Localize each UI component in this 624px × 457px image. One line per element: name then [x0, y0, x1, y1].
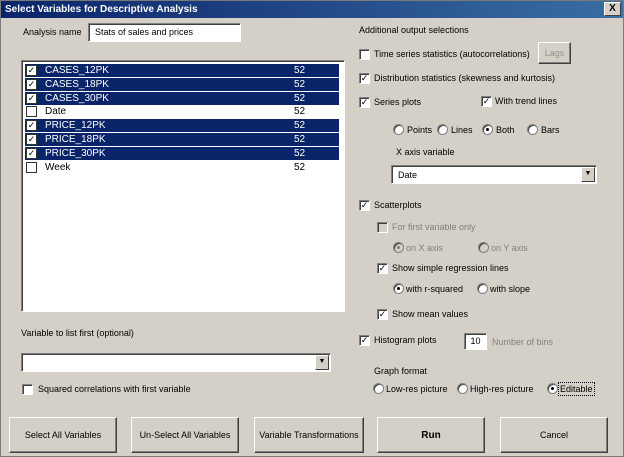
editable-radio[interactable]	[547, 383, 558, 394]
high-res-radio[interactable]	[457, 383, 468, 394]
series-plots-label: Series plots	[374, 97, 422, 107]
editable-label: Editable	[558, 382, 595, 396]
variable-row[interactable]: ✓ CASES_30PK 52	[25, 91, 339, 105]
trend-lines-checkbox[interactable]: ✓	[481, 96, 492, 107]
distribution-checkbox[interactable]: ✓	[359, 73, 370, 84]
mean-values-label: Show mean values	[392, 309, 469, 319]
variable-count: 52	[294, 134, 306, 145]
variable-checkbox[interactable]: ✓	[26, 147, 37, 159]
variable-listbox[interactable]: ✓ CASES_12PK 52 ✓ CASES_18PK 52 ✓ CASES_30PK 52 D…	[21, 60, 345, 312]
variable-checkbox[interactable]	[26, 106, 37, 118]
variable-count: 52	[294, 92, 306, 104]
window-title: Select Variables for Descriptive Analysi…	[5, 4, 198, 15]
both-label: Both	[496, 125, 515, 135]
on-x-axis-label: on X axis	[406, 243, 444, 253]
title-bar: Select Variables for Descriptive Analysi…	[1, 1, 623, 18]
trend-lines-label: With trend lines	[495, 96, 558, 106]
variable-name: Date	[45, 106, 67, 118]
variable-transformations-button[interactable]: Variable Transformations	[254, 417, 364, 453]
variable-name: PRICE_12PK	[45, 120, 106, 132]
scatterplots-checkbox[interactable]: ✓	[359, 200, 370, 211]
close-button[interactable]: X	[604, 2, 621, 16]
variable-checkbox[interactable]: ✓	[26, 78, 37, 90]
variable-checkbox[interactable]: ✓	[26, 134, 37, 145]
lines-label: Lines	[451, 125, 473, 135]
options-header: Additional output selections	[359, 25, 469, 35]
slope-radio[interactable]	[477, 283, 488, 294]
unselect-all-button[interactable]: Un-Select All Variables	[131, 417, 239, 453]
variable-checkbox[interactable]: ✓	[26, 120, 37, 132]
x-axis-select[interactable]: Date ▼	[391, 165, 597, 184]
bars-radio[interactable]	[527, 124, 538, 135]
high-res-label: High-res picture	[470, 384, 534, 394]
variable-checkbox[interactable]: ✓	[26, 92, 37, 104]
x-axis-value: Date	[398, 170, 418, 180]
variable-name: Week	[45, 161, 71, 173]
cancel-button[interactable]: Cancel	[500, 417, 608, 453]
series-plots-checkbox[interactable]: ✓	[359, 97, 370, 108]
analysis-name-input[interactable]: Stats of sales and prices	[88, 23, 241, 42]
on-x-axis-radio[interactable]	[393, 242, 404, 253]
r-squared-label: with r-squared	[406, 284, 464, 294]
run-button[interactable]: Run	[377, 417, 485, 453]
graph-format-label: Graph format	[374, 366, 428, 376]
bars-label: Bars	[541, 125, 560, 135]
x-axis-label: X axis variable	[396, 147, 455, 157]
variable-row[interactable]: ✓ CASES_12PK 52	[25, 64, 339, 77]
both-radio[interactable]	[482, 124, 493, 135]
first-variable-only-label: For first variable only	[392, 222, 476, 232]
low-res-label: Low-res picture	[386, 384, 448, 394]
select-all-button[interactable]: Select All Variables	[9, 417, 117, 453]
points-radio[interactable]	[393, 124, 404, 135]
variable-count: 52	[294, 120, 306, 132]
dropdown-arrow-icon[interactable]: ▼	[315, 355, 329, 370]
bins-label: Number of bins	[492, 337, 554, 347]
variable-checkbox[interactable]: ✓	[26, 65, 37, 76]
lags-button[interactable]: Lags	[538, 42, 571, 64]
variable-checkbox[interactable]	[26, 161, 37, 173]
points-label: Points	[407, 125, 433, 135]
distribution-label: Distribution statistics (skewness and ku…	[374, 73, 556, 83]
variable-name: CASES_18PK	[45, 78, 109, 90]
variable-name: PRICE_18PK	[45, 134, 106, 145]
histogram-label: Histogram plots	[374, 335, 437, 345]
variable-row[interactable]: ✓ PRICE_12PK 52	[25, 119, 339, 133]
dropdown-arrow-icon[interactable]: ▼	[581, 167, 595, 182]
variable-count: 52	[294, 65, 306, 76]
lines-radio[interactable]	[437, 124, 448, 135]
low-res-radio[interactable]	[373, 383, 384, 394]
first-variable-only-checkbox[interactable]	[377, 222, 388, 233]
squared-correlations-checkbox[interactable]	[22, 384, 33, 395]
regression-lines-checkbox[interactable]: ✓	[377, 263, 388, 274]
variable-name: PRICE_30PK	[45, 147, 106, 159]
r-squared-radio[interactable]	[393, 283, 404, 294]
dialog-window: Select Variables for Descriptive Analysi…	[0, 0, 624, 457]
variable-name: CASES_30PK	[45, 92, 109, 104]
variable-count: 52	[294, 78, 306, 90]
variable-count: 52	[294, 106, 306, 118]
first-variable-select[interactable]: ▼	[21, 353, 331, 372]
bins-input[interactable]: 10	[464, 333, 487, 350]
variable-row[interactable]: ✓ PRICE_18PK 52	[25, 133, 339, 146]
scatterplots-label: Scatterplots	[374, 200, 422, 210]
variable-row[interactable]: Date 52	[25, 105, 339, 118]
mean-values-checkbox[interactable]: ✓	[377, 309, 388, 320]
variable-count: 52	[294, 147, 306, 159]
histogram-checkbox[interactable]: ✓	[359, 335, 370, 346]
variable-row[interactable]: ✓ PRICE_30PK 52	[25, 146, 339, 160]
time-series-checkbox[interactable]	[359, 49, 370, 60]
time-series-label: Time series statistics (autocorrelations…	[374, 49, 530, 59]
variable-row[interactable]: ✓ CASES_18PK 52	[25, 77, 339, 91]
regression-lines-label: Show simple regression lines	[392, 263, 509, 273]
squared-correlations-label: Squared correlations with first variable	[38, 384, 191, 394]
first-variable-label: Variable to list first (optional)	[21, 328, 134, 338]
on-y-axis-label: on Y axis	[491, 243, 528, 253]
variable-name: CASES_12PK	[45, 65, 109, 76]
variable-row[interactable]: Week 52	[25, 161, 339, 174]
on-y-axis-radio[interactable]	[478, 242, 489, 253]
analysis-name-label: Analysis name	[23, 27, 82, 37]
variable-count: 52	[294, 161, 306, 173]
slope-label: with slope	[490, 284, 531, 294]
